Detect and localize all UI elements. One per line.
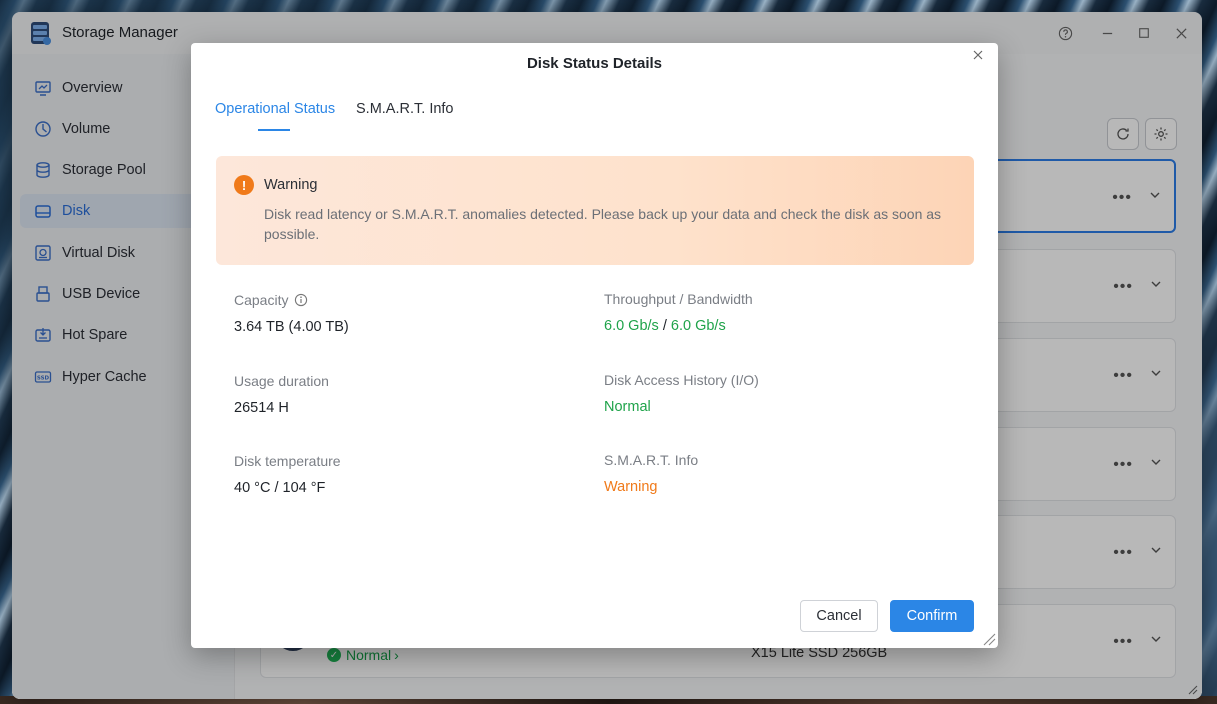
exclamation-icon: ! xyxy=(234,175,254,195)
usage-duration-field: Usage duration 26514 H xyxy=(234,373,329,416)
access-history-value: Normal xyxy=(604,399,651,415)
throughput-value: 6.0 Gb/s / 6.0 Gb/s xyxy=(604,318,753,334)
disk-temperature-field: Disk temperature 40 °C / 104 °F xyxy=(234,453,341,496)
throughput-label: Throughput / Bandwidth xyxy=(604,291,753,307)
capacity-value: 3.64 TB (4.00 TB) xyxy=(234,319,349,335)
throughput-value-b: 6.0 Gb/s xyxy=(670,318,726,334)
usage-duration-label: Usage duration xyxy=(234,373,329,389)
cancel-button[interactable]: Cancel xyxy=(800,600,878,632)
capacity-label: Capacity xyxy=(234,292,289,308)
info-icon[interactable] xyxy=(294,293,308,307)
throughput-field: Throughput / Bandwidth 6.0 Gb/s / 6.0 Gb… xyxy=(604,291,753,334)
smart-info-label: S.M.A.R.T. Info xyxy=(604,452,699,468)
close-icon[interactable] xyxy=(970,47,986,63)
dialog-title: Disk Status Details xyxy=(526,55,663,72)
disk-temperature-value: 40 °C / 104 °F xyxy=(234,480,326,496)
warning-banner: ! Warning Disk read latency or S.M.A.R.T… xyxy=(216,156,974,265)
throughput-separator: / xyxy=(662,318,667,334)
dialog-resize-grip[interactable] xyxy=(980,630,996,646)
confirm-button[interactable]: Confirm xyxy=(890,600,974,632)
access-history-label: Disk Access History (I/O) xyxy=(604,372,759,388)
warning-message: Disk read latency or S.M.A.R.T. anomalie… xyxy=(264,206,942,242)
smart-info-value: Warning xyxy=(604,479,658,495)
tab-smart-info[interactable]: S.M.A.R.T. Info xyxy=(356,101,454,117)
disk-status-dialog: Disk Status Details Operational Status S… xyxy=(191,43,998,648)
throughput-value-a: 6.0 Gb/s xyxy=(604,318,659,334)
tab-operational-status[interactable]: Operational Status xyxy=(215,101,335,117)
warning-title: Warning xyxy=(264,177,318,193)
smart-info-field: S.M.A.R.T. Info Warning xyxy=(604,452,698,495)
active-tab-indicator xyxy=(258,129,290,131)
usage-duration-value: 26514 H xyxy=(234,400,289,416)
capacity-field: Capacity 3.64 TB (4.00 TB) xyxy=(234,292,349,335)
disk-temperature-label: Disk temperature xyxy=(234,453,341,469)
access-history-field: Disk Access History (I/O) Normal xyxy=(604,372,759,415)
